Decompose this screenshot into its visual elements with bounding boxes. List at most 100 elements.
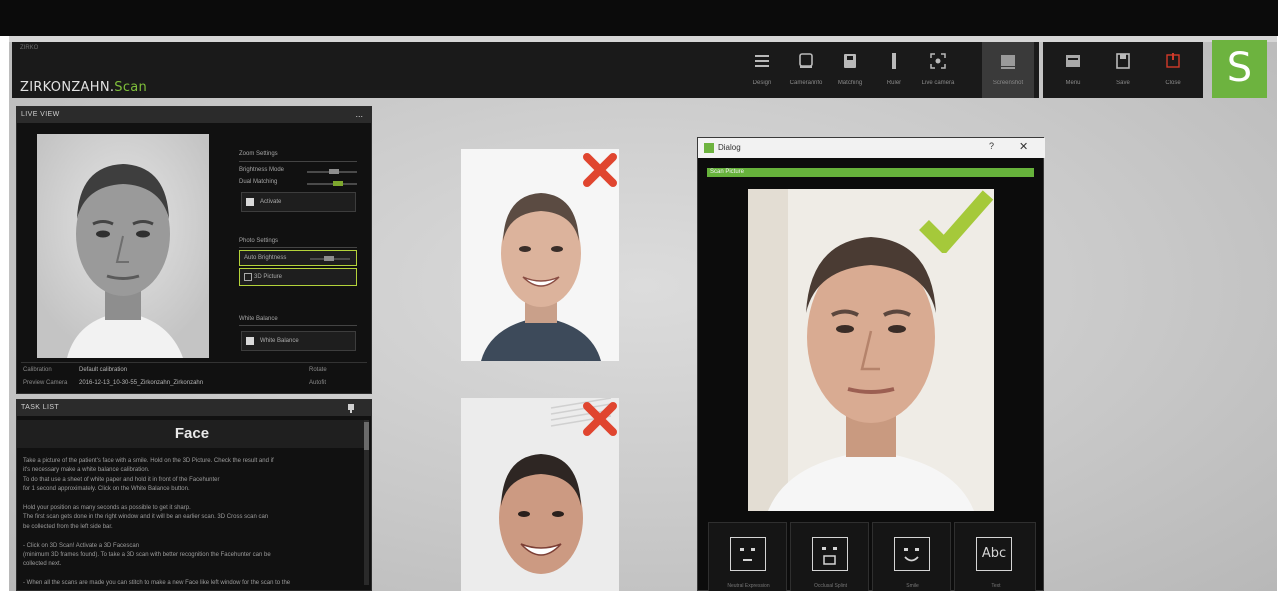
dialog-titlebar: Dialog ? ✕ [698,138,1045,158]
live-camera-photo [37,134,209,358]
screenshot-label: Screenshot [992,80,1024,86]
design-button[interactable]: Design [740,42,784,98]
checkbox-icon [244,273,252,281]
task-line: - When all the scans are made you can st… [23,580,291,587]
live-view-title: LIVE VIEW [21,111,60,118]
task-line: be collected from the left side bar. [23,523,113,530]
accepted-face-photo [748,189,994,511]
live-view-panel: LIVE VIEW ... Zoom Settings Brightness M… [16,106,372,394]
save-label: Save [1116,80,1130,86]
task-line: - Click on 3D Scan! Activate a 3D Facesc… [23,542,140,549]
3d-picture-label: 3D Picture [254,274,283,280]
task-line: collected next. [23,561,62,568]
main-toolbar: ZIRKO ZIRKONZAHN.Scan Design Camera/info… [12,42,1039,98]
scan-picture-dialog: Dialog ? ✕ Scan Picture Neutral Expressi… [697,137,1045,591]
reject-x-icon [583,402,617,436]
rejected-photo-2[interactable] [461,398,619,591]
live-camera-icon [930,53,946,69]
dual-matching-slider-knob[interactable] [333,181,343,186]
auto-brightness-label: Auto Brightness [244,255,287,261]
task-list-scrollbar[interactable] [364,420,369,585]
task-list-titlebar [17,400,371,416]
divider [239,325,357,326]
white-balance-icon [246,337,254,345]
divider [21,362,367,363]
grayscale-face-image [37,134,209,358]
autofit-label[interactable]: Autofit [309,380,326,386]
ruler-button[interactable]: Ruler [872,42,916,98]
power-icon [1166,53,1180,68]
matching-button[interactable]: Matching [828,42,872,98]
rejected-photo-1[interactable] [461,149,619,361]
help-icon[interactable]: ? [989,141,994,151]
close-icon[interactable]: ✕ [1019,140,1028,153]
camera-info-button[interactable]: Camera/info [784,42,828,98]
close-button[interactable]: Close [1151,42,1195,98]
camera-info-label: Camera/info [789,80,823,86]
task-list-panel: TASK LIST Face Take a picture of the pat… [16,399,372,591]
matching-label: Matching [837,80,863,86]
pin-icon[interactable] [347,404,355,413]
brightness-slider[interactable] [307,169,357,174]
auto-brightness-slider[interactable] [310,256,350,261]
task-line: Hold your position as many seconds as po… [23,505,191,511]
smile-button[interactable]: Smile [872,522,951,591]
more-options-icon[interactable]: ... [355,109,363,119]
close-label: Close [1165,80,1181,86]
neutral-expression-button[interactable]: Neutral Expression [708,522,787,591]
calibration-value[interactable]: Default calibration [79,367,127,373]
occlusal-splint-button[interactable]: Occlusal Splint [790,522,869,591]
live-camera-label: Live camera [921,80,955,86]
scan-picture-banner: Scan Picture [707,168,1034,177]
top-black-bar [0,0,1278,36]
matching-icon [844,54,856,68]
calibration-label: Calibration [23,367,52,373]
3d-picture-toggle[interactable]: 3D Picture [239,268,357,286]
auto-brightness-field[interactable]: Auto Brightness [239,250,357,266]
smile-face-icon [894,537,930,571]
preview-camera-value[interactable]: 2016-12-13_10-30-55_Zirkonzahn_Zirkonzah… [79,380,203,386]
menu-icon [1066,55,1080,67]
brightness-mode-label: Brightness Mode [239,167,285,173]
text-button[interactable]: Abc Text [954,522,1036,591]
white-balance-button[interactable]: White Balance [241,331,356,351]
white-balance-label: White Balance [260,338,299,344]
rotate-label[interactable]: Rotate [309,367,327,373]
dual-matching-label: Dual Matching [239,179,278,185]
checkbox-icon [246,198,254,206]
menu-label: Menu [1065,80,1081,86]
scrollbar-thumb[interactable] [364,422,369,450]
activate-button[interactable]: Activate [241,192,356,212]
zirkonzahn-s-logo[interactable]: S [1212,40,1267,98]
menu-button[interactable]: Menu [1051,42,1095,98]
reject-x-icon [583,153,617,187]
menu-lines-icon [755,55,769,67]
save-icon [1116,53,1130,69]
task-line: it's necessary make a white balance cali… [23,467,150,474]
task-line: (minimum 3D frames found). To take a 3D … [23,552,271,558]
smile-label: Smile [906,583,919,589]
task-list-title: TASK LIST [21,404,60,411]
app-window: ZIRKO ZIRKONZAHN.Scan Design Camera/info… [9,36,1277,591]
live-camera-button[interactable]: Live camera [916,42,960,98]
occlusal-splint-label: Occlusal Splint [813,583,848,589]
task-line: for 1 second approximately. Click on the… [23,486,190,493]
auto-brightness-knob[interactable] [324,256,334,261]
dialog-title: Dialog [718,143,741,152]
brand-logo: ZIRKONZAHN.Scan [20,80,147,95]
splint-face-icon [812,537,848,571]
neutral-face-icon [730,537,766,571]
brand-main: ZIRKONZAHN. [20,80,115,95]
save-button[interactable]: Save [1101,42,1145,98]
dual-matching-slider[interactable] [307,181,357,186]
task-line: The first scan gets done in the right wi… [23,514,269,521]
live-view-titlebar [17,107,371,123]
white-balance-section-label: White Balance [239,316,278,322]
accept-checkmark-icon [919,190,994,253]
screenshot-button[interactable]: Screenshot [982,42,1034,98]
app-menu-label[interactable]: ZIRKO [20,45,38,51]
brightness-slider-knob[interactable] [329,169,339,174]
preview-camera-label: Preview Camera [23,380,68,386]
text-label: Text [991,583,1001,589]
photo-settings-label: Photo Settings [239,238,279,244]
